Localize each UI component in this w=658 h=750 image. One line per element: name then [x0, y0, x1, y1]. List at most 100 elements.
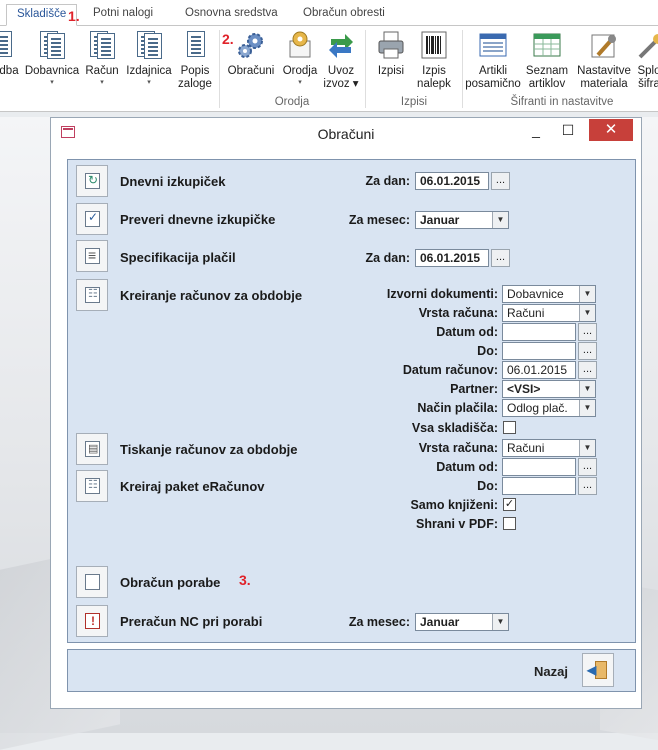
nazaj-label: Nazaj [534, 664, 568, 679]
chevron-down-icon[interactable]: ▼ [579, 381, 595, 397]
nacin-placila-select[interactable]: Odlog plač. ▼ [502, 399, 596, 417]
stack-icon [85, 247, 100, 264]
obracun-porabe-button[interactable] [76, 566, 108, 598]
ribbon-button-seznam-artiklov[interactable]: Seznam artiklov [524, 29, 570, 91]
document-icon [36, 29, 68, 61]
minimize-button[interactable]: _ [521, 120, 551, 142]
dnevni-izkupicek-label: Dnevni izkupiček [120, 174, 226, 189]
chevron-down-icon[interactable]: ▼ [579, 400, 595, 416]
ribbon-button-racun[interactable]: Račun ▾ [84, 29, 120, 87]
vsa-skladisca-checkbox[interactable] [503, 421, 516, 434]
nazaj-button[interactable]: ◀ [582, 653, 614, 687]
kreiranje-racunov-button[interactable] [76, 279, 108, 311]
barcode-icon [418, 29, 450, 61]
vrsta-racuna-select[interactable]: Računi ▼ [502, 304, 596, 322]
datum-od-field[interactable] [502, 323, 576, 341]
ribbon-button-dobavnica[interactable]: Dobavnica ▾ [24, 29, 80, 87]
partner-label: Partner: [450, 382, 498, 396]
do-field[interactable] [502, 342, 576, 360]
document-icon [179, 29, 211, 61]
annotation-marker-1: 1. [68, 8, 80, 24]
tab-skladisce[interactable]: Skladišče [6, 4, 78, 26]
do-label: Do: [477, 344, 498, 358]
ribbon-button-uvoz-izvoz[interactable]: Uvoz izvoz ▾ [322, 29, 360, 91]
preracun-nc-button[interactable] [76, 605, 108, 637]
document-icon [86, 29, 118, 61]
vrsta-racuna-select[interactable]: Računi ▼ [502, 439, 596, 457]
obracuni-window: Obračuni _ ☐ ✕ Dnevni izkupiček Za dan: … [50, 117, 642, 709]
table-icon [531, 29, 563, 61]
chevron-down-icon[interactable]: ▼ [579, 286, 595, 302]
ribbon-button-izpisi[interactable]: Izpisi [372, 29, 410, 78]
chevron-down-icon[interactable]: ▼ [579, 305, 595, 321]
preracun-nc-label: Preračun NC pri porabi [120, 614, 263, 629]
specifikacija-placil-button[interactable] [76, 240, 108, 272]
window-titlebar[interactable]: Obračuni _ ☐ ✕ [51, 118, 641, 148]
document-icon [133, 29, 165, 61]
samo-knjizeni-label: Samo knjiženi: [410, 498, 498, 512]
chevron-down-icon[interactable]: ▼ [579, 440, 595, 456]
ribbon-button-popis-zaloge[interactable]: Popis zaloge [176, 29, 214, 91]
partner-select[interactable]: <VSI> ▼ [502, 380, 596, 398]
ribbon-button-artikli-posamicno[interactable]: Artikli posamično [464, 29, 522, 91]
date-picker-button[interactable]: ... [491, 249, 510, 267]
document-icon [85, 287, 100, 303]
date-picker-button[interactable]: ... [578, 361, 597, 379]
checkmark-icon [85, 210, 100, 227]
datum-od-label: Datum od: [436, 325, 498, 339]
wrench-icon [636, 29, 658, 61]
printer-icon [375, 29, 407, 61]
ribbon-button-orodja[interactable]: Orodja ▾ [280, 29, 320, 87]
za-mesec-label: Za mesec: [348, 615, 410, 629]
samo-knjizeni-checkbox[interactable]: ✓ [503, 498, 516, 511]
za-mesec-select[interactable]: Januar ▼ [415, 211, 509, 229]
form-icon [477, 29, 509, 61]
chevron-down-icon[interactable]: ▼ [492, 614, 508, 630]
datum-racunov-field[interactable]: 06.01.2015 [502, 361, 576, 379]
ribbon-separator [462, 30, 463, 108]
kreiraj-paket-label: Kreiraj paket eRačunov [120, 479, 265, 494]
dnevni-izkupicek-button[interactable] [76, 165, 108, 197]
date-picker-button[interactable]: ... [578, 477, 597, 495]
za-dan-label: Za dan: [365, 251, 410, 265]
obracuni-panel: Dnevni izkupiček Za dan: 06.01.2015 ... … [67, 159, 636, 643]
datum-od-field[interactable] [502, 458, 576, 476]
za-dan-label: Za dan: [365, 174, 410, 188]
date-picker-button[interactable]: ... [578, 323, 597, 341]
ribbon-button-narocilo[interactable]: dba [0, 29, 22, 78]
ribbon-button-izdajnica[interactable]: Izdajnica ▾ [124, 29, 174, 87]
date-picker-button[interactable]: ... [578, 342, 597, 360]
tiskanje-racunov-label: Tiskanje računov za obdobje [120, 442, 298, 457]
ribbon-group-sifranti: Šifranti in nastavitve [510, 96, 614, 108]
ribbon-button-nastavitve-materiala[interactable]: Nastavitve materiala [574, 29, 634, 91]
preveri-dnevne-label: Preveri dnevne izkupičke [120, 212, 276, 227]
kreiraj-paket-button[interactable] [76, 470, 108, 502]
do-label: Do: [477, 479, 498, 493]
ribbon-button-splosne-sifre[interactable]: Splo šifra [636, 29, 658, 91]
ribbon-group-izpisi: Izpisi [400, 96, 428, 108]
vrsta-racuna-label: Vrsta računa: [418, 306, 498, 320]
tiskanje-racunov-button[interactable] [76, 433, 108, 465]
date-picker-button[interactable]: ... [491, 172, 510, 190]
cash-register-icon [85, 173, 100, 189]
chevron-down-icon[interactable]: ▼ [492, 212, 508, 228]
maximize-button[interactable]: ☐ [553, 120, 583, 142]
za-dan-field[interactable]: 06.01.2015 [415, 249, 489, 267]
exit-door-icon [595, 661, 607, 679]
close-button[interactable]: ✕ [589, 119, 633, 141]
ribbon-button-izpis-nalepk[interactable]: Izpis nalepk [412, 29, 456, 91]
dialog-footer: Nazaj ◀ [67, 649, 636, 692]
za-dan-field[interactable]: 06.01.2015 [415, 172, 489, 190]
ribbon-button-obracuni[interactable]: Obračuni [225, 29, 277, 78]
do-field[interactable] [502, 477, 576, 495]
preveri-dnevne-button[interactable] [76, 203, 108, 235]
package-icon [85, 478, 100, 494]
tab-obracun-obresti[interactable]: Obračun obresti [293, 4, 395, 26]
date-picker-button[interactable]: ... [578, 458, 597, 476]
tab-osnovna-sredstva[interactable]: Osnovna sredstva [175, 4, 288, 26]
tools-icon [284, 29, 316, 61]
tab-potni-nalogi[interactable]: Potni nalogi [83, 4, 163, 26]
shrani-pdf-checkbox[interactable] [503, 517, 516, 530]
izvorni-dokumenti-select[interactable]: Dobavnice ▼ [502, 285, 596, 303]
za-mesec-select[interactable]: Januar ▼ [415, 613, 509, 631]
